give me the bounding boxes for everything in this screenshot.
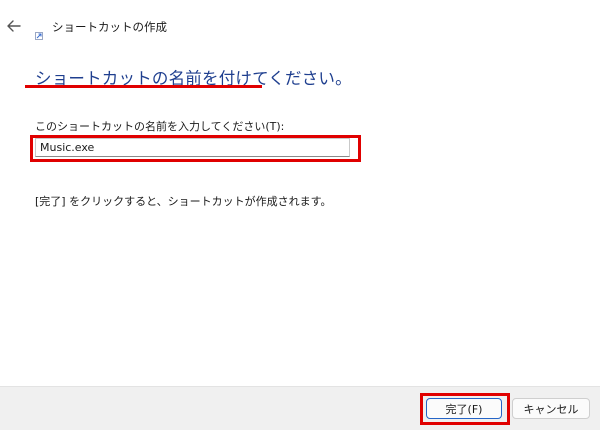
window-title: ショートカットの作成 <box>52 20 167 34</box>
heading-highlight-underline <box>25 85 262 88</box>
instruction-text: [完了] をクリックすると、ショートカットが作成されます。 <box>35 195 332 208</box>
cancel-button[interactable]: キャンセル <box>512 398 590 419</box>
input-highlight-box <box>30 135 361 162</box>
shortcut-app-icon <box>35 25 43 40</box>
finish-highlight-box <box>420 393 510 425</box>
title-bar: ショートカットの作成 <box>0 0 600 52</box>
button-bar <box>0 386 600 430</box>
back-arrow-icon[interactable] <box>4 16 24 36</box>
shortcut-name-label: このショートカットの名前を入力してください(T): <box>35 120 285 133</box>
